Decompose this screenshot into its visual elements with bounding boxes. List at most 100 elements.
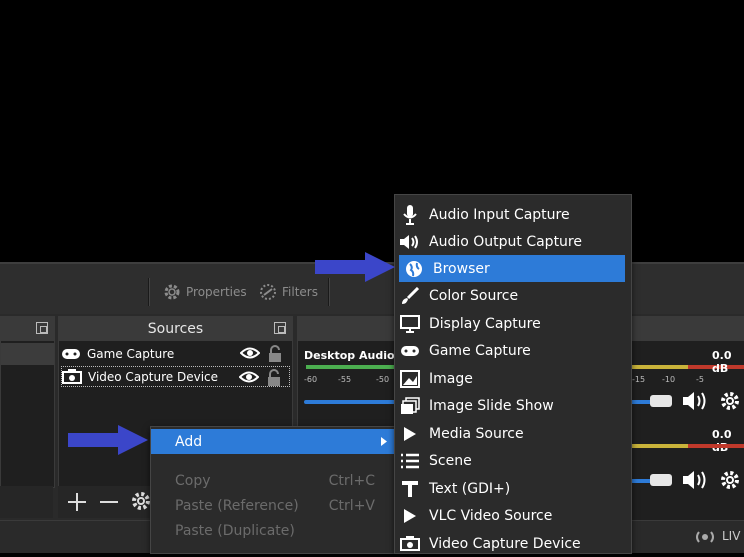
chevron-right-icon bbox=[381, 437, 387, 446]
broadcast-icon bbox=[696, 531, 714, 543]
filters-label: Filters bbox=[282, 285, 318, 299]
audio-meter bbox=[628, 444, 688, 448]
menu-item-color-source[interactable]: Color Source bbox=[395, 282, 631, 309]
audio-meter bbox=[306, 365, 402, 369]
lock-icon[interactable] bbox=[267, 369, 281, 386]
menu-item-label: Paste (Reference) bbox=[175, 497, 299, 514]
source-item-label: Video Capture Device bbox=[88, 369, 219, 384]
play-icon bbox=[399, 505, 421, 527]
menu-item-label: Media Source bbox=[429, 425, 524, 442]
menu-item-display-capture[interactable]: Display Capture bbox=[395, 310, 631, 337]
gear-icon[interactable] bbox=[718, 389, 742, 413]
filters-button[interactable]: Filters bbox=[258, 282, 318, 302]
audio-meter bbox=[688, 444, 744, 448]
menu-item-shortcut: Ctrl+C bbox=[328, 472, 375, 489]
eye-icon[interactable] bbox=[239, 370, 259, 384]
volume-slider-handle[interactable] bbox=[650, 395, 672, 407]
filter-icon bbox=[260, 284, 276, 300]
menu-item-audio-output-capture[interactable]: Audio Output Capture bbox=[395, 228, 631, 255]
camera-icon bbox=[399, 533, 421, 555]
menu-item-vlc-video-source[interactable]: VLC Video Source bbox=[395, 502, 631, 529]
add-icon[interactable] bbox=[66, 491, 88, 513]
paintbrush-icon bbox=[399, 285, 421, 307]
meter-tick: -50 bbox=[376, 375, 390, 384]
play-icon bbox=[399, 423, 421, 445]
properties-button[interactable]: Properties bbox=[162, 282, 247, 302]
menu-item-label: Video Capture Device bbox=[429, 535, 581, 552]
meter-tick: -60 bbox=[304, 375, 318, 384]
menu-item-label: VLC Video Source bbox=[429, 507, 553, 524]
menu-item-scene[interactable]: Scene bbox=[395, 447, 631, 474]
menu-item-label: Game Capture bbox=[429, 342, 531, 359]
monitor-icon bbox=[399, 313, 421, 335]
volume-db: 0.0 dB bbox=[712, 349, 732, 375]
eye-icon[interactable] bbox=[240, 346, 260, 360]
menu-item-image-slide-show[interactable]: Image Slide Show bbox=[395, 392, 631, 419]
menu-item-label: Audio Output Capture bbox=[429, 233, 582, 250]
menu-item-label: Image bbox=[429, 370, 473, 387]
undock-icon[interactable] bbox=[36, 322, 48, 334]
menu-item-image[interactable]: Image bbox=[395, 365, 631, 392]
sources-panel-title: Sources bbox=[59, 317, 292, 341]
menu-item-label: Scene bbox=[429, 452, 472, 469]
menu-item-label: Add bbox=[175, 433, 203, 450]
scenes-panel bbox=[0, 316, 55, 488]
add-source-submenu: Audio Input Capture Audio Output Capture… bbox=[394, 194, 632, 554]
source-item-label: Game Capture bbox=[87, 346, 175, 361]
meter-tick: -15 bbox=[632, 375, 646, 384]
slideshow-icon bbox=[399, 395, 421, 417]
list-icon bbox=[399, 450, 421, 472]
menu-item-audio-input-capture[interactable]: Audio Input Capture bbox=[395, 201, 631, 228]
meter-tick: -10 bbox=[662, 375, 676, 384]
undock-icon[interactable] bbox=[274, 322, 286, 334]
menu-item-label: Display Capture bbox=[429, 315, 541, 332]
globe-icon bbox=[403, 258, 425, 280]
volume-db: 0.0 dB bbox=[712, 428, 732, 454]
context-menu: Add Copy Ctrl+C Paste (Reference) Ctrl+V… bbox=[150, 426, 396, 554]
menu-item-label: Copy bbox=[175, 472, 211, 489]
menu-item-paste-duplicate: Paste (Duplicate) bbox=[151, 518, 395, 543]
menu-item-text-gdi[interactable]: Text (GDI+) bbox=[395, 475, 631, 502]
gear-icon[interactable] bbox=[130, 490, 152, 512]
meter-tick: -55 bbox=[338, 375, 352, 384]
menu-item-label: Paste (Duplicate) bbox=[175, 522, 295, 539]
text-icon bbox=[399, 478, 421, 500]
source-item[interactable]: Video Capture Device bbox=[61, 366, 290, 387]
source-item[interactable]: Game Capture bbox=[61, 343, 290, 364]
properties-label: Properties bbox=[186, 285, 247, 299]
camera-icon bbox=[62, 369, 82, 384]
speaker-icon bbox=[399, 231, 421, 253]
remove-icon[interactable] bbox=[98, 491, 120, 513]
audio-meter bbox=[628, 365, 688, 369]
speaker-icon[interactable] bbox=[681, 389, 709, 413]
menu-item-browser[interactable]: Browser bbox=[399, 255, 625, 282]
microphone-icon bbox=[399, 204, 421, 226]
menu-item-paste-reference: Paste (Reference) Ctrl+V bbox=[151, 493, 395, 518]
pointer-arrow-icon bbox=[68, 425, 148, 455]
menu-item-add[interactable]: Add bbox=[151, 429, 395, 454]
gamepad-icon bbox=[62, 348, 80, 359]
pointer-arrow-icon bbox=[315, 252, 395, 282]
menu-item-copy: Copy Ctrl+C bbox=[151, 468, 395, 493]
scenes-footer bbox=[0, 486, 53, 518]
scene-item-selected[interactable] bbox=[1, 343, 54, 365]
menu-item-label: Text (GDI+) bbox=[429, 480, 511, 497]
menu-item-label: Color Source bbox=[429, 287, 519, 304]
volume-slider-handle[interactable] bbox=[650, 474, 672, 486]
speaker-icon[interactable] bbox=[681, 468, 709, 492]
menu-item-media-source[interactable]: Media Source bbox=[395, 420, 631, 447]
menu-item-video-capture-device[interactable]: Video Capture Device bbox=[395, 530, 631, 557]
preview-canvas[interactable] bbox=[0, 0, 744, 262]
gamepad-icon bbox=[399, 340, 421, 362]
menu-item-game-capture[interactable]: Game Capture bbox=[395, 337, 631, 364]
menu-item-label: Image Slide Show bbox=[429, 397, 554, 414]
image-icon bbox=[399, 368, 421, 390]
live-status: LIV bbox=[722, 529, 741, 543]
volume-slider[interactable] bbox=[304, 400, 404, 404]
menu-item-shortcut: Ctrl+V bbox=[328, 497, 375, 514]
gear-icon[interactable] bbox=[718, 468, 742, 492]
meter-tick: -5 bbox=[696, 375, 704, 384]
desktop-audio-label: Desktop Audio bbox=[304, 349, 395, 362]
menu-item-label: Browser bbox=[433, 260, 490, 277]
lock-icon[interactable] bbox=[268, 345, 282, 362]
